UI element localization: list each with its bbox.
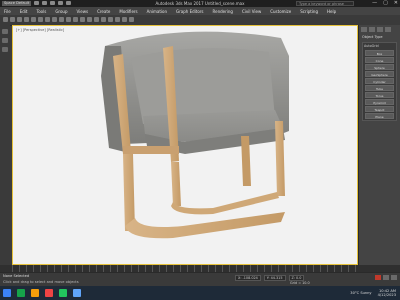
clock[interactable]: 10:42 AM 4/12/2023: [378, 289, 396, 297]
selection-status: None Selected: [3, 274, 30, 278]
grid-size: Grid = 10.0: [290, 281, 310, 285]
app-icon[interactable]: [17, 289, 25, 297]
create-tab-icon[interactable]: [361, 27, 367, 32]
minimize-button[interactable]: —: [372, 0, 377, 6]
menu-help[interactable]: Help: [327, 9, 336, 14]
plane-button[interactable]: Plane: [365, 113, 394, 119]
cone-button[interactable]: Cone: [365, 57, 394, 63]
menu-modifiers[interactable]: Modifiers: [119, 9, 137, 14]
object-type-group: AutoGrid Box Cone Sphere GeoSphere Cylin…: [362, 42, 397, 121]
mirror-icon[interactable]: [87, 17, 92, 22]
search-input[interactable]: Type a keyword or phrase: [296, 1, 354, 6]
torus-button[interactable]: Torus: [365, 92, 394, 98]
undo-tool-icon[interactable]: [3, 17, 8, 22]
menu-civil-view[interactable]: Civil View: [242, 9, 261, 14]
menu-views[interactable]: Views: [77, 9, 89, 14]
status-bar: None Selected Click and drag to select a…: [0, 272, 400, 287]
scene-explorer-icon[interactable]: [2, 38, 8, 43]
scale-icon[interactable]: [73, 17, 78, 22]
material-editor-icon[interactable]: [115, 17, 120, 22]
app-icon[interactable]: [31, 289, 39, 297]
menu-tools[interactable]: Tools: [36, 9, 46, 14]
snap-icon[interactable]: [80, 17, 85, 22]
bind-icon[interactable]: [31, 17, 36, 22]
autogrid-checkbox[interactable]: AutoGrid: [363, 43, 396, 49]
left-tool-strip: [0, 25, 10, 265]
pyramid-button[interactable]: Pyramid: [365, 99, 394, 105]
close-button[interactable]: ✕: [394, 0, 398, 6]
geosphere-button[interactable]: GeoSphere: [365, 71, 394, 77]
app-icon[interactable]: [45, 289, 53, 297]
perspective-viewport[interactable]: [+] [Perspective] [Realistic]: [12, 25, 358, 265]
play-icon[interactable]: [383, 275, 389, 280]
box-button[interactable]: Box: [365, 50, 394, 56]
viewport-tool-icon[interactable]: [2, 29, 8, 34]
menu-group[interactable]: Group: [55, 9, 67, 14]
x-coordinate-field[interactable]: X: -108.024: [235, 275, 261, 281]
modify-tab-icon[interactable]: [369, 27, 375, 32]
rotate-icon[interactable]: [66, 17, 71, 22]
curve-editor-icon[interactable]: [108, 17, 113, 22]
app-icon[interactable]: [73, 289, 81, 297]
layer-icon[interactable]: [101, 17, 106, 22]
menu-create[interactable]: Create: [97, 9, 110, 14]
y-coordinate-field[interactable]: Y: 44.315: [263, 275, 286, 281]
clock-date: 4/12/2023: [377, 293, 396, 297]
chair-render: [101, 31, 289, 239]
os-taskbar: 30°C Sunny 10:42 AM 4/12/2023: [0, 286, 400, 300]
command-panel: Object Type AutoGrid Box Cone Sphere Geo…: [358, 25, 400, 265]
command-panel-tabs: [359, 25, 400, 34]
menu-customize[interactable]: Customize: [270, 9, 291, 14]
next-frame-icon[interactable]: [391, 275, 397, 280]
teapot-button[interactable]: Teapot: [365, 106, 394, 112]
auto-key-icon[interactable]: [375, 275, 381, 280]
select-by-name-icon[interactable]: [45, 17, 50, 22]
menu-graph-editors[interactable]: Graph Editors: [176, 9, 203, 14]
layer-explorer-icon[interactable]: [2, 47, 8, 52]
prompt-line: Click and drag to select and move object…: [3, 280, 79, 284]
motion-tab-icon[interactable]: [385, 27, 391, 32]
app-icon[interactable]: [59, 289, 67, 297]
sphere-button[interactable]: Sphere: [365, 64, 394, 70]
window-controls: — ▢ ✕: [372, 0, 398, 6]
menu-animation[interactable]: Animation: [147, 9, 167, 14]
taskbar-apps: [3, 289, 81, 297]
move-icon[interactable]: [59, 17, 64, 22]
timeline-ticks: [12, 265, 356, 272]
weather-widget[interactable]: 30°C Sunny: [350, 291, 371, 295]
render-setup-icon[interactable]: [122, 17, 127, 22]
select-icon[interactable]: [38, 17, 43, 22]
menu-scripting[interactable]: Scripting: [300, 9, 318, 14]
timeline[interactable]: [0, 265, 400, 272]
cylinder-button[interactable]: Cylinder: [365, 78, 394, 84]
menu-edit[interactable]: Edit: [20, 9, 28, 14]
title-bar: Space Default Autodesk 3ds Max 2017 Unti…: [0, 0, 400, 7]
unlink-icon[interactable]: [24, 17, 29, 22]
align-icon[interactable]: [94, 17, 99, 22]
menu-rendering[interactable]: Rendering: [213, 9, 233, 14]
redo-tool-icon[interactable]: [10, 17, 15, 22]
maximize-button[interactable]: ▢: [383, 0, 388, 6]
start-icon[interactable]: [3, 289, 11, 297]
system-tray: 30°C Sunny 10:42 AM 4/12/2023: [350, 289, 396, 297]
hierarchy-tab-icon[interactable]: [377, 27, 383, 32]
tube-button[interactable]: Tube: [365, 85, 394, 91]
rect-select-icon[interactable]: [52, 17, 57, 22]
animation-controls: [375, 275, 397, 280]
render-icon[interactable]: [129, 17, 134, 22]
link-icon[interactable]: [17, 17, 22, 22]
menu-bar: File Edit Tools Group Views Create Modif…: [0, 7, 400, 15]
menu-file[interactable]: File: [4, 9, 11, 14]
object-type-heading: Object Type: [362, 35, 383, 39]
